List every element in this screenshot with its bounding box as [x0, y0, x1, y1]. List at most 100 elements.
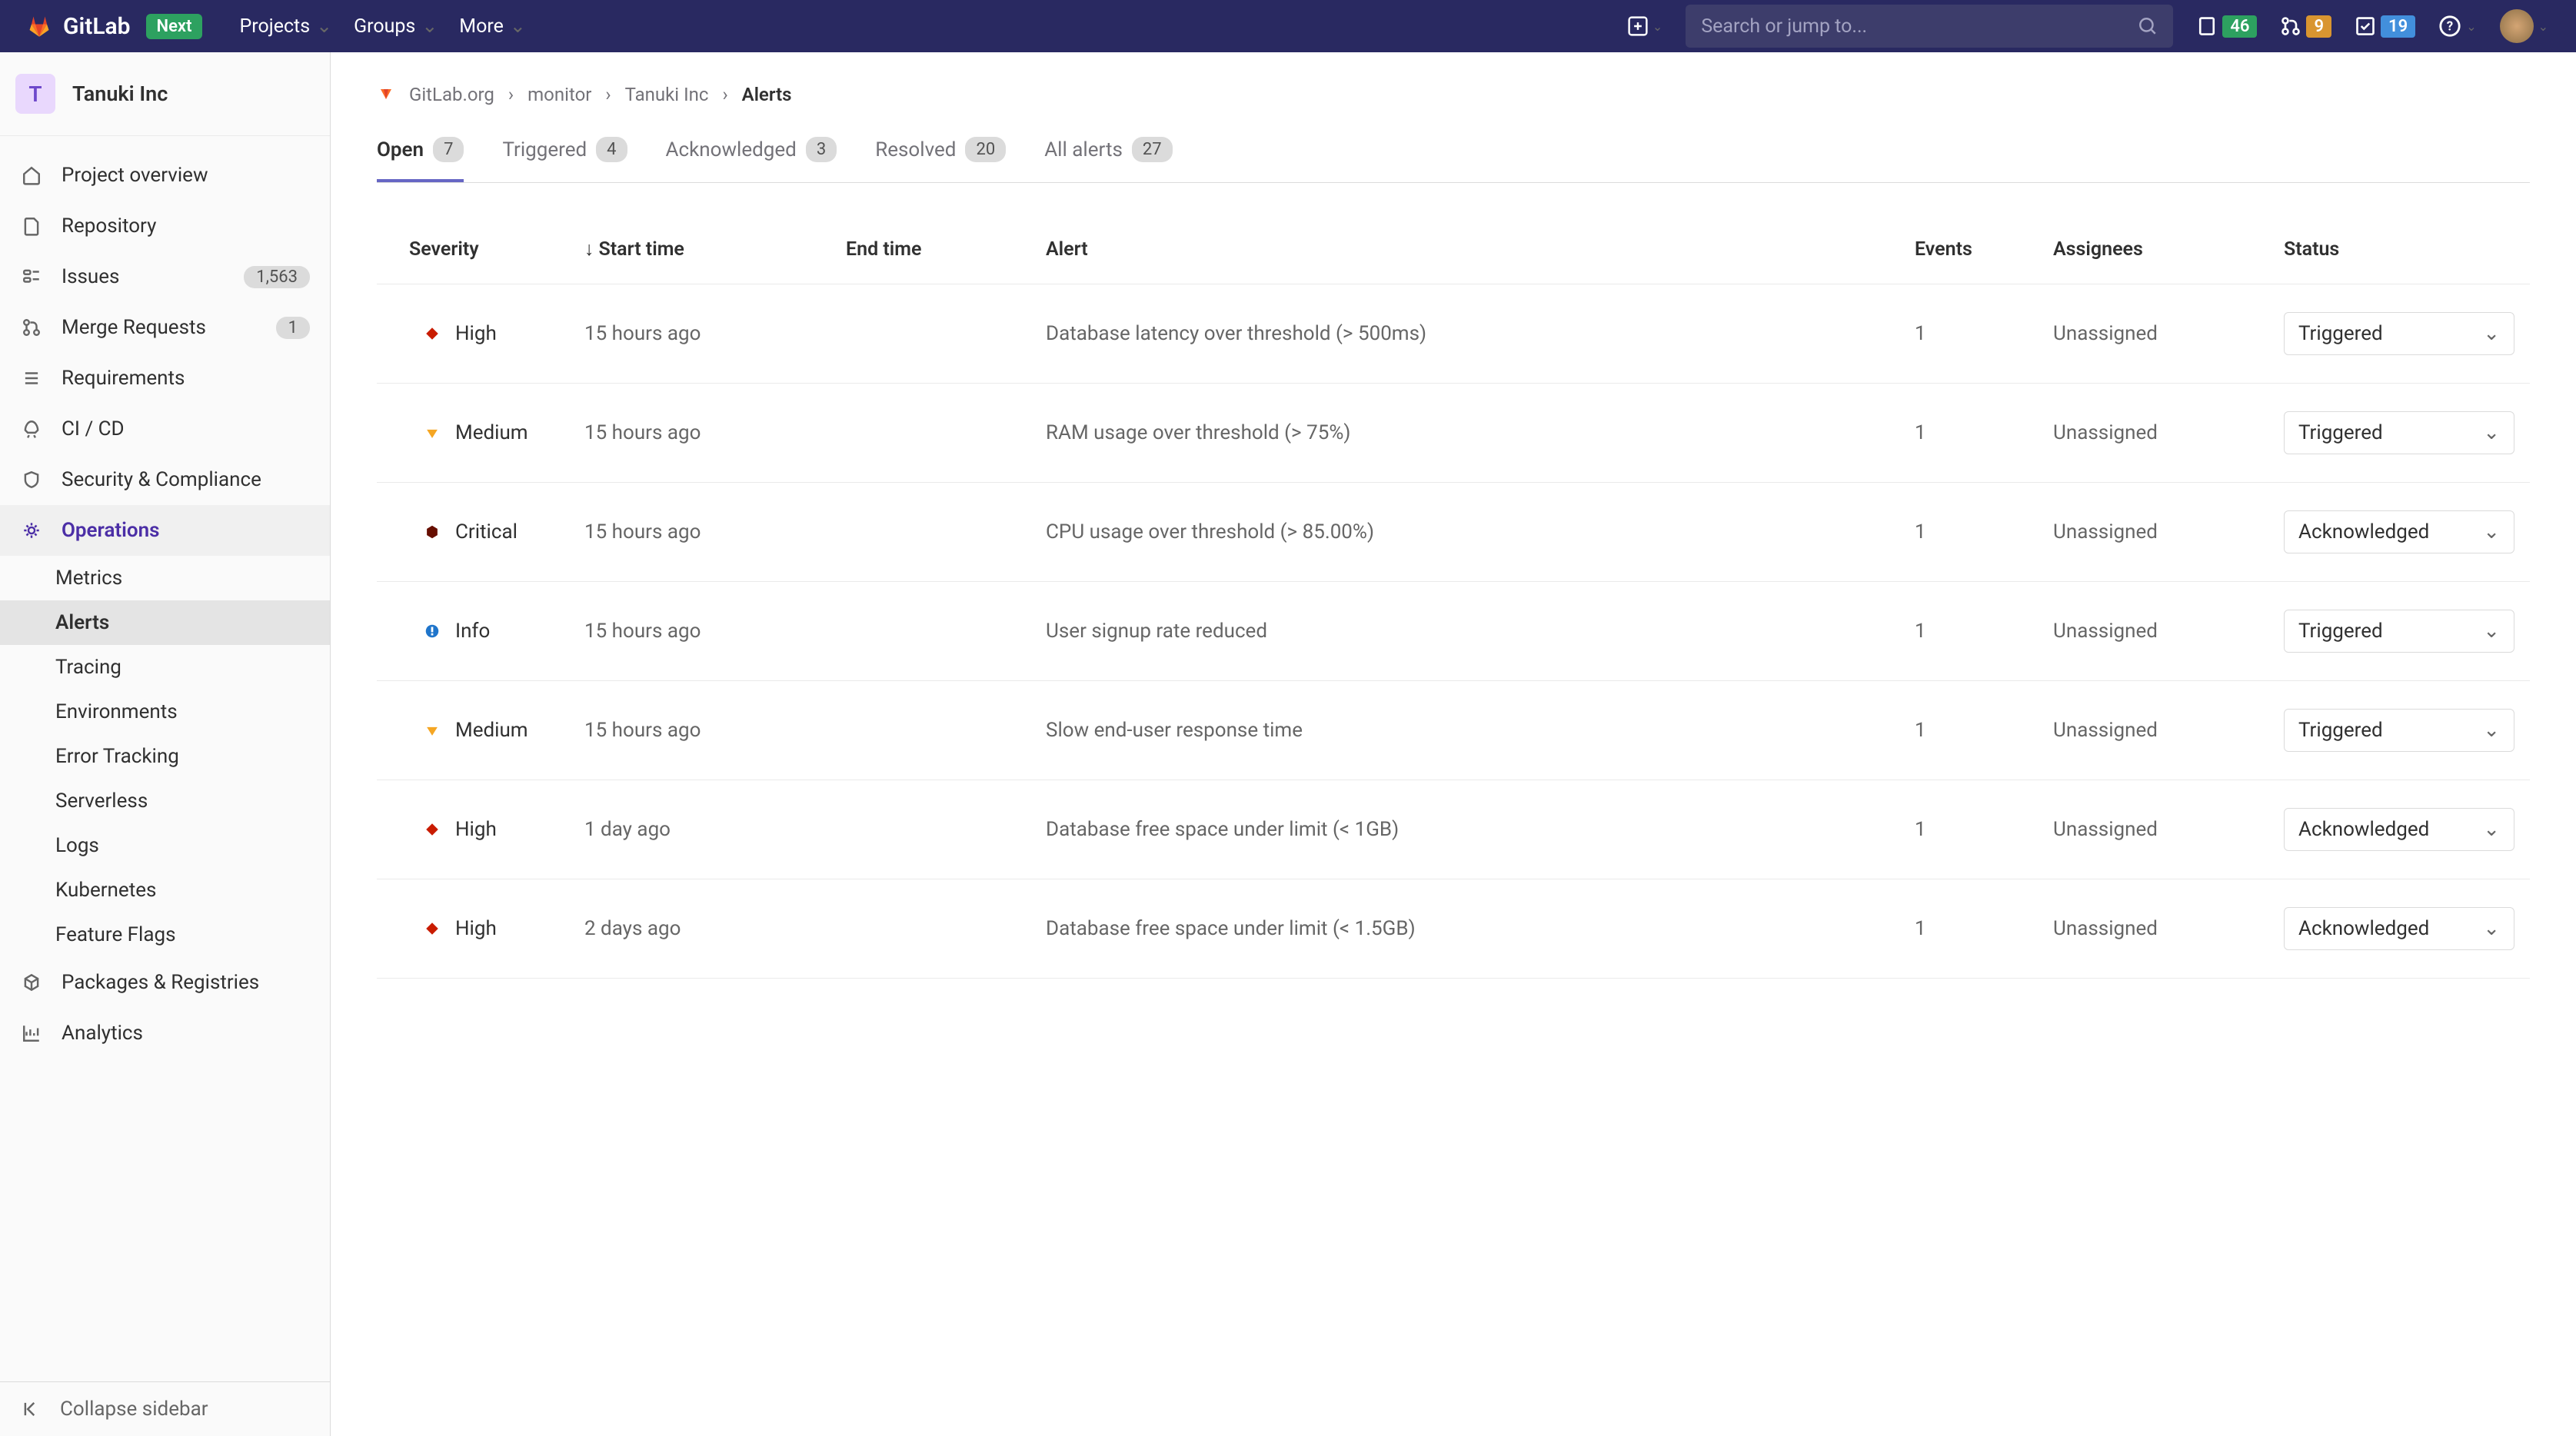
chevron-down-icon: ⌄	[2483, 818, 2500, 841]
table-row[interactable]: Medium 15 hours ago Slow end-user respon…	[377, 681, 2530, 780]
merge-icon	[20, 316, 43, 339]
sidebar-item-packages-registries[interactable]: Packages & Registries	[0, 957, 330, 1008]
collapse-label: Collapse sidebar	[60, 1398, 208, 1421]
status-dropdown[interactable]: Triggered⌄	[2284, 312, 2514, 355]
project-header[interactable]: T Tanuki Inc	[0, 52, 330, 136]
sidebar-item-issues[interactable]: Issues1,563	[0, 251, 330, 302]
alerts-table: Severity ↓Start time End time Alert Even…	[377, 224, 2530, 979]
sidebar-item-requirements[interactable]: Requirements	[0, 353, 330, 404]
sort-desc-icon: ↓	[584, 238, 594, 261]
clipboard-icon	[2196, 15, 2218, 37]
user-menu[interactable]: ⌄	[2500, 9, 2548, 43]
status-dropdown[interactable]: Acknowledged⌄	[2284, 510, 2514, 553]
chevron-right-icon: ›	[722, 84, 727, 105]
sidebar-sub-item-alerts[interactable]: Alerts	[0, 600, 330, 645]
tab-resolved[interactable]: Resolved20	[875, 137, 1006, 182]
breadcrumb-item[interactable]: GitLab.org	[409, 84, 494, 105]
table-row[interactable]: High 1 day ago Database free space under…	[377, 780, 2530, 879]
sidebar-nav: Project overviewRepositoryIssues1,563Mer…	[0, 136, 330, 1381]
table-row[interactable]: High 15 hours ago Database latency over …	[377, 284, 2530, 384]
events-count: 1	[1915, 818, 2053, 841]
help-menu[interactable]: ? ⌄	[2438, 15, 2476, 38]
breadcrumb-current: Alerts	[742, 84, 792, 105]
status-dropdown[interactable]: Triggered⌄	[2284, 610, 2514, 653]
sidebar-sub-item-error-tracking[interactable]: Error Tracking	[0, 734, 330, 779]
status-dropdown[interactable]: Triggered⌄	[2284, 411, 2514, 454]
tab-count: 7	[433, 137, 464, 162]
severity-label: Medium	[455, 719, 528, 742]
tab-all-alerts[interactable]: All alerts27	[1044, 137, 1172, 182]
sidebar-sub-item-serverless[interactable]: Serverless	[0, 779, 330, 823]
severity-high-icon	[421, 918, 443, 939]
severity-label: High	[455, 322, 497, 345]
col-assignees[interactable]: Assignees	[2053, 238, 2284, 261]
chevron-right-icon: ›	[508, 84, 514, 105]
col-end-time[interactable]: End time	[846, 238, 1046, 261]
sidebar-item-analytics[interactable]: Analytics	[0, 1008, 330, 1059]
table-row[interactable]: High 2 days ago Database free space unde…	[377, 879, 2530, 979]
start-time: 15 hours ago	[584, 520, 846, 543]
sidebar-item-label: Security & Compliance	[62, 468, 261, 491]
logo-wrap[interactable]: GitLab Next	[28, 13, 202, 40]
severity-label: Info	[455, 620, 490, 643]
search-input[interactable]	[1701, 15, 2138, 38]
table-row[interactable]: Medium 15 hours ago RAM usage over thres…	[377, 384, 2530, 483]
status-dropdown[interactable]: Triggered⌄	[2284, 709, 2514, 752]
table-row[interactable]: Info 15 hours ago User signup rate reduc…	[377, 582, 2530, 681]
sidebar-sub-item-feature-flags[interactable]: Feature Flags	[0, 912, 330, 957]
chevron-down-icon: ⌄	[2538, 19, 2548, 34]
sidebar-sub-item-environments[interactable]: Environments	[0, 690, 330, 734]
sidebar-item-security-compliance[interactable]: Security & Compliance	[0, 454, 330, 505]
tab-count: 20	[965, 137, 1006, 162]
chevron-down-icon: ⌄	[2483, 520, 2500, 543]
nav-more[interactable]: More⌄	[459, 15, 526, 38]
status-issues[interactable]: 19	[2355, 15, 2415, 38]
sidebar-count: 1,563	[244, 266, 310, 288]
merge-icon	[2280, 15, 2301, 37]
sidebar-sub-item-metrics[interactable]: Metrics	[0, 556, 330, 600]
tab-acknowledged[interactable]: Acknowledged3	[666, 137, 837, 182]
severity-medium-icon	[421, 720, 443, 741]
col-events[interactable]: Events	[1915, 238, 2053, 261]
new-menu[interactable]: ⌄	[1628, 16, 1662, 36]
sidebar-sub-item-tracing[interactable]: Tracing	[0, 645, 330, 690]
events-count: 1	[1915, 620, 2053, 643]
alert-title: CPU usage over threshold (> 85.00%)	[1046, 520, 1915, 543]
severity-high-icon	[421, 819, 443, 840]
search-icon	[2138, 16, 2158, 36]
rocket-icon	[20, 417, 43, 440]
nav-projects[interactable]: Projects⌄	[239, 15, 332, 38]
avatar	[2500, 9, 2534, 43]
search-box[interactable]	[1686, 5, 2173, 48]
nav-menu: Projects⌄ Groups⌄ More⌄	[239, 15, 525, 38]
col-severity[interactable]: Severity	[377, 238, 584, 261]
col-status[interactable]: Status	[2284, 238, 2530, 261]
start-time: 2 days ago	[584, 917, 846, 940]
sidebar-item-repository[interactable]: Repository	[0, 201, 330, 251]
sidebar-sub-item-kubernetes[interactable]: Kubernetes	[0, 868, 330, 912]
collapse-sidebar[interactable]: Collapse sidebar	[0, 1381, 330, 1436]
status-dropdown[interactable]: Acknowledged⌄	[2284, 907, 2514, 950]
breadcrumb-item[interactable]: Tanuki Inc	[625, 84, 709, 105]
tab-open[interactable]: Open7	[377, 137, 464, 182]
tab-triggered[interactable]: Triggered4	[502, 137, 627, 182]
sidebar-sub-item-logs[interactable]: Logs	[0, 823, 330, 868]
col-start-time[interactable]: ↓Start time	[584, 238, 846, 261]
sidebar-item-operations[interactable]: Operations	[0, 505, 330, 556]
main-content: GitLab.org › monitor › Tanuki Inc › Aler…	[331, 52, 2576, 1436]
status-todos[interactable]: 46	[2196, 15, 2257, 38]
status-dropdown[interactable]: Acknowledged⌄	[2284, 808, 2514, 851]
col-alert[interactable]: Alert	[1046, 238, 1915, 261]
sidebar-item-ci-cd[interactable]: CI / CD	[0, 404, 330, 454]
sidebar-item-merge-requests[interactable]: Merge Requests1	[0, 302, 330, 353]
sidebar-count: 1	[276, 317, 310, 339]
tab-label: Triggered	[502, 138, 587, 161]
nav-groups[interactable]: Groups⌄	[354, 15, 438, 38]
status-mrs[interactable]: 9	[2280, 15, 2331, 38]
events-count: 1	[1915, 917, 2053, 940]
table-row[interactable]: Critical 15 hours ago CPU usage over thr…	[377, 483, 2530, 582]
sidebar-item-project-overview[interactable]: Project overview	[0, 150, 330, 201]
collapse-icon	[20, 1398, 43, 1421]
breadcrumb-item[interactable]: monitor	[528, 84, 591, 105]
tab-count: 3	[806, 137, 837, 162]
